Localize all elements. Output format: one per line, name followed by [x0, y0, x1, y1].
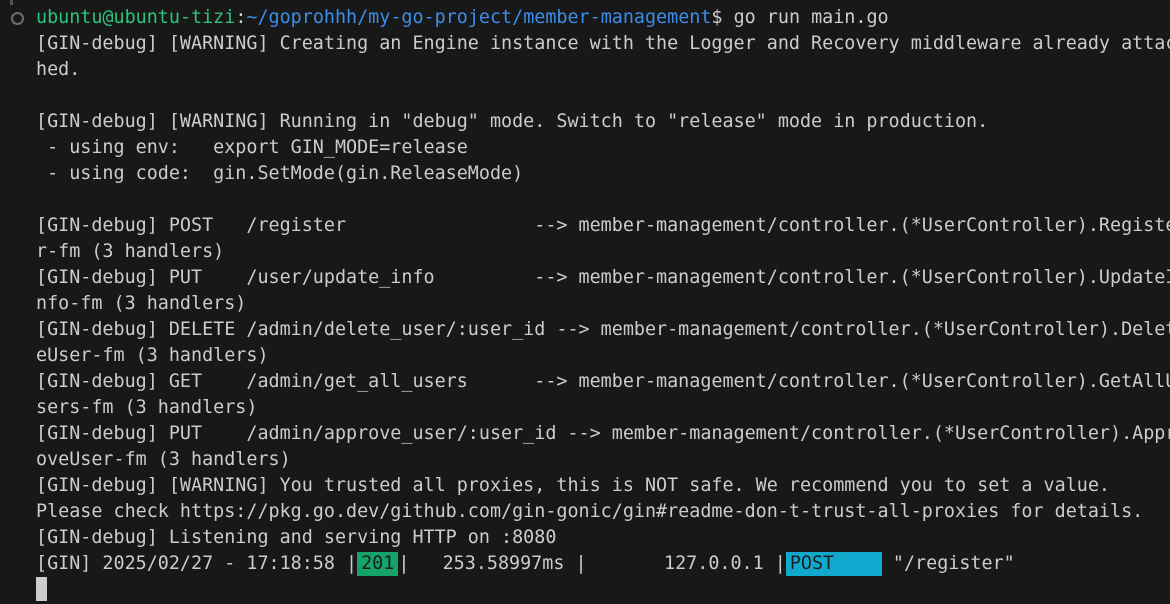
- log-line: [GIN-debug] GET /admin/get_all_users -->…: [36, 371, 1170, 392]
- log-line: r-fm (3 handlers): [36, 241, 225, 262]
- prompt-separator: :: [235, 7, 247, 28]
- request-log-line: [GIN] 2025/02/27 - 17:18:58 | 201 | 253.58…: [36, 551, 1170, 577]
- request-latency-ip: | 253.58997ms | 127.0.0.1 |: [398, 553, 786, 574]
- log-line: [GIN-debug] [WARNING] Running in "debug"…: [36, 111, 989, 132]
- log-line: - using env: export GIN_MODE=release: [36, 137, 468, 158]
- method-badge: POST: [785, 552, 882, 576]
- prompt-path: ~/goprohhh/my-go-project/member-manageme…: [246, 7, 712, 28]
- log-line: hed.: [36, 59, 81, 80]
- log-line: sers-fm (3 handlers): [36, 397, 258, 418]
- log-line: [GIN-debug] POST /register --> member-ma…: [36, 215, 1170, 236]
- prompt-command: go run main.go: [733, 7, 889, 28]
- log-line: Please check https://pkg.go.dev/github.c…: [36, 501, 1144, 522]
- prompt-user-host: ubuntu@ubuntu-tizi: [36, 7, 236, 28]
- terminal-output[interactable]: ubuntu@ubuntu-tizi:~/goprohhh/my-go-proj…: [36, 5, 1170, 577]
- terminal-cursor: [36, 577, 47, 601]
- log-line: - using code: gin.SetMode(gin.ReleaseMod…: [36, 163, 524, 184]
- log-line: nfo-fm (3 handlers): [36, 293, 247, 314]
- request-prefix: [GIN] 2025/02/27 - 17:18:58 |: [36, 553, 358, 574]
- prompt-dollar: $: [711, 7, 734, 28]
- log-line: [GIN-debug] Listening and serving HTTP o…: [36, 527, 557, 548]
- log-line: eUser-fm (3 handlers): [36, 345, 269, 366]
- status-badge: 201: [357, 552, 399, 576]
- scroll-marker: [10, 0, 13, 5]
- prompt-line: ubuntu@ubuntu-tizi:~/goprohhh/my-go-proj…: [36, 5, 1170, 31]
- log-line: oveUser-fm (3 handlers): [36, 449, 291, 470]
- command-decoration-circle-icon[interactable]: [11, 12, 24, 25]
- request-path: "/register": [881, 553, 1015, 574]
- log-line: [GIN-debug] PUT /admin/approve_user/:use…: [36, 423, 1170, 444]
- log-line: [GIN-debug] PUT /user/update_info --> me…: [36, 267, 1170, 288]
- log-line: [GIN-debug] [WARNING] Creating an Engine…: [36, 33, 1170, 54]
- log-line: [GIN-debug] [WARNING] You trusted all pr…: [36, 475, 1110, 496]
- log-line: [GIN-debug] DELETE /admin/delete_user/:u…: [36, 319, 1170, 340]
